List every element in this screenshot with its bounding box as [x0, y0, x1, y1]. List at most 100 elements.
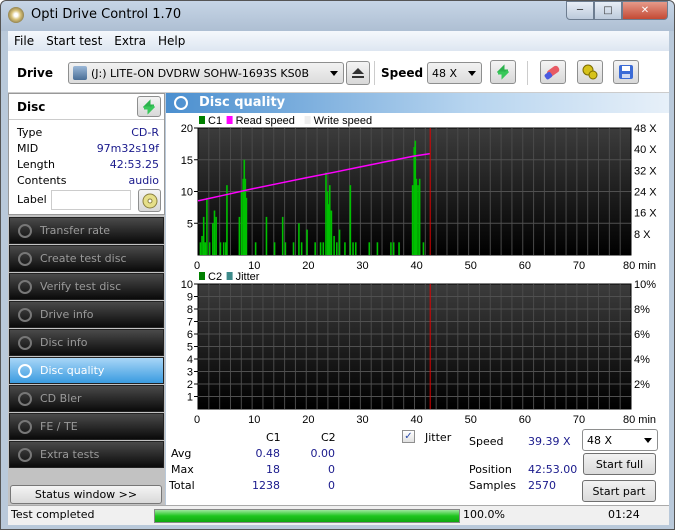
toolbar-separator	[374, 61, 375, 85]
c1-bar	[338, 229, 341, 255]
c1-bar	[314, 242, 316, 255]
c1-bar	[273, 242, 276, 255]
toolbar: Drive (J:) LITE-ON DVDRW SOHW-1693S KS0B…	[8, 51, 669, 93]
menu-extra[interactable]: Extra	[108, 34, 152, 48]
x-tick-label: 30	[356, 414, 368, 424]
stats-label-avg: Avg	[171, 447, 192, 460]
nav-verify-test-disc[interactable]: Verify test disc	[9, 273, 164, 300]
progress-fill	[155, 510, 459, 522]
legend-swatch	[226, 272, 233, 280]
stats-avg-c2: 0.00	[310, 447, 336, 460]
c1-bar	[354, 242, 357, 255]
c1-bar	[417, 185, 419, 255]
stats-label-max: Max	[171, 463, 194, 476]
y-tick-label: 20	[181, 123, 193, 135]
jitter-checkbox[interactable]: ✓	[402, 430, 415, 443]
disc-label-button[interactable]	[138, 189, 161, 212]
menu-bar: File Start test Extra Help	[8, 31, 669, 51]
legend-label: C1	[208, 115, 222, 127]
speed-select-value: 48 X	[432, 66, 458, 80]
x-tick-label: 50	[465, 414, 477, 424]
progress-text: 100.0%	[463, 508, 505, 521]
y2-tick-label: 6%	[634, 329, 650, 341]
elapsed-time: 01:24	[608, 508, 640, 521]
stats-avg-c1: 0.48	[255, 447, 281, 460]
refresh-icon	[496, 64, 510, 80]
nav-drive-info[interactable]: Drive info	[9, 301, 164, 328]
nav-disc-quality[interactable]: Disc quality	[9, 357, 164, 384]
status-window-button[interactable]: Status window >>	[10, 485, 162, 504]
nav-transfer-rate[interactable]: Transfer rate	[9, 217, 164, 244]
speed-select[interactable]: 48 X	[427, 62, 482, 84]
c1-bar	[325, 172, 327, 255]
menu-file[interactable]: File	[8, 34, 40, 48]
start-full-button[interactable]: Start full	[583, 453, 656, 475]
settings-button[interactable]	[577, 60, 603, 84]
disc-label-input[interactable]	[51, 190, 131, 210]
x-tick-label: 40	[411, 414, 423, 424]
y-tick-label: 15	[181, 155, 193, 167]
c1-bar	[390, 242, 392, 255]
nav-cd-bler[interactable]: CD Bler	[9, 385, 164, 412]
y-tick-label: 9	[187, 292, 193, 304]
nav-fe-te[interactable]: FE / TE	[9, 413, 164, 440]
start-part-button[interactable]: Start part	[582, 480, 656, 502]
y2-tick-label: 2%	[634, 379, 650, 391]
c1-bar	[322, 242, 325, 255]
c1-bar	[298, 223, 300, 255]
stats-header-c2: C2	[321, 431, 336, 444]
x-tick-label: 70	[573, 414, 585, 424]
menu-help[interactable]: Help	[152, 34, 191, 48]
speed-info-label: Speed	[469, 435, 504, 448]
window-title: Opti Drive Control 1.70	[31, 7, 182, 22]
c1-bar	[222, 242, 225, 255]
refresh-drive-button[interactable]	[490, 60, 516, 84]
status-bar: Test completed 100.0% 01:24	[8, 505, 669, 525]
maximize-button[interactable]: □	[594, 1, 622, 20]
save-icon	[619, 65, 633, 79]
y-tick-label: 10	[181, 187, 193, 199]
save-button[interactable]	[613, 60, 639, 84]
c1-bar	[392, 242, 395, 255]
transfer-rate-icon	[18, 224, 32, 238]
app-window: Opti Drive Control 1.70 ─ □ ✕ File Start…	[0, 0, 675, 530]
c1-bar	[349, 185, 352, 255]
create-disc-icon	[18, 252, 32, 266]
nav-create-test-disc[interactable]: Create test disc	[9, 245, 164, 272]
disc-quality-icon	[18, 364, 32, 378]
c1-bar	[319, 242, 322, 255]
left-panel: Disc Type CD-R MID 97m32s19f Length 42:53.2…	[8, 93, 165, 505]
c1-bar	[328, 185, 331, 255]
refresh-disc-button[interactable]	[137, 96, 161, 117]
x-tick-label: 80 min	[623, 414, 656, 424]
c1-bar	[245, 197, 248, 255]
legend-swatch	[226, 116, 233, 124]
minimize-button[interactable]: ─	[566, 1, 594, 20]
legend-label: Read speed	[236, 115, 295, 127]
c1-bar	[398, 242, 400, 255]
nav-extra-tests[interactable]: Extra tests	[9, 441, 164, 468]
nav-disc-info[interactable]: Disc info	[9, 329, 164, 356]
menu-start-test[interactable]: Start test	[40, 34, 108, 48]
c1-bar	[415, 178, 418, 255]
drive-select[interactable]: (J:) LITE-ON DVDRW SOHW-1693S KS0B	[68, 62, 344, 84]
stats-max-c1: 18	[266, 463, 280, 476]
close-button[interactable]: ✕	[622, 1, 668, 20]
eject-button[interactable]	[346, 61, 370, 85]
panel-title: Disc quality	[199, 95, 286, 110]
y-tick-label: 4	[187, 354, 193, 366]
speed-label: Speed	[381, 66, 424, 80]
y2-tick-label: 48 X	[634, 123, 657, 135]
c1-chart: 0 10 20 30 40 50 60 70 80 min51015208 X16 X24 X3…	[181, 115, 658, 272]
samples-label: Samples	[469, 479, 516, 492]
stats-label-total: Total	[169, 479, 195, 492]
test-speed-select[interactable]: 48 X	[582, 429, 658, 451]
drive-label: Drive	[17, 66, 53, 80]
c1-bar	[292, 242, 295, 255]
y2-tick-label: 4%	[634, 354, 650, 366]
test-speed-value: 48 X	[587, 433, 613, 447]
refresh-icon	[142, 98, 156, 115]
legend-swatch	[304, 116, 311, 124]
x-tick-label: 20	[302, 414, 314, 424]
erase-button[interactable]	[540, 60, 566, 84]
